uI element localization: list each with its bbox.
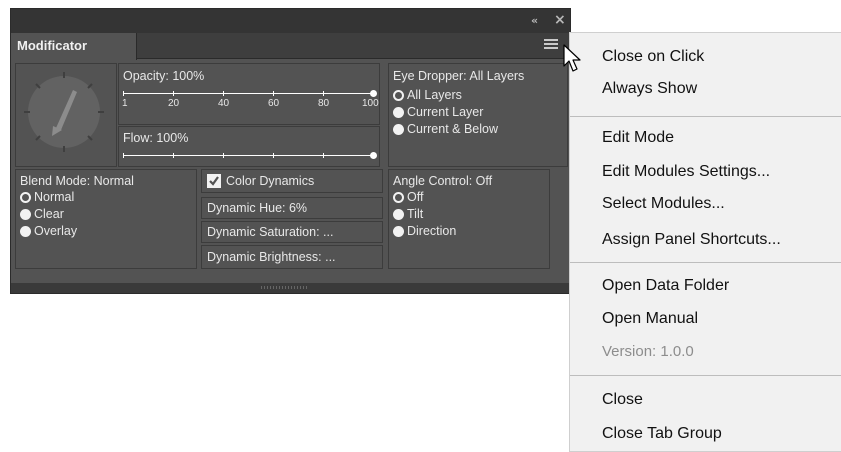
dynamic-saturation-field[interactable]: Dynamic Saturation: ... bbox=[201, 221, 383, 243]
radio-label: Tilt bbox=[407, 207, 424, 221]
panel-title-bar: « × bbox=[11, 9, 570, 33]
radio-label: Current & Below bbox=[407, 122, 499, 136]
radio-unselected-icon bbox=[393, 209, 404, 220]
radio-label: Current Layer bbox=[407, 105, 484, 119]
radio-label: Clear bbox=[34, 207, 64, 221]
flow-label: Flow: 100% bbox=[123, 131, 189, 145]
opacity-tick-label: 1 bbox=[122, 98, 128, 109]
dynamic-hue-field[interactable]: Dynamic Hue: 6% bbox=[201, 197, 383, 219]
radio-selected-icon bbox=[393, 192, 404, 203]
eye-dropper-box: Eye Dropper: All Layers All Layers Curre… bbox=[388, 63, 568, 167]
blend-mode-box: Blend Mode: Normal Normal Clear Overlay bbox=[15, 169, 197, 269]
menu-item-select-modules[interactable]: Select Modules... bbox=[602, 194, 725, 214]
flow-slider[interactable] bbox=[123, 151, 377, 163]
menu-item-close-on-click[interactable]: Close on Click bbox=[602, 47, 704, 67]
radio-unselected-icon bbox=[393, 124, 404, 135]
opacity-box: Opacity: 100% 1 20 40 60 80 100 bbox=[118, 63, 380, 125]
menu-item-edit-mode[interactable]: Edit Mode bbox=[602, 128, 674, 148]
radio-label: Off bbox=[407, 190, 424, 204]
menu-separator bbox=[570, 262, 841, 263]
radio-unselected-icon bbox=[393, 226, 404, 237]
dynamic-saturation-label: Dynamic Saturation: ... bbox=[207, 225, 334, 239]
menu-separator bbox=[570, 375, 841, 376]
dynamic-brightness-label: Dynamic Brightness: ... bbox=[207, 250, 336, 264]
color-dynamics-box[interactable]: Color Dynamics bbox=[201, 169, 383, 193]
checkbox-checked-icon[interactable] bbox=[207, 174, 221, 188]
opacity-tick-label: 60 bbox=[268, 98, 280, 109]
radio-unselected-icon bbox=[393, 107, 404, 118]
menu-item-edit-modules-settings[interactable]: Edit Modules Settings... bbox=[602, 162, 770, 182]
radio-label: Overlay bbox=[34, 224, 78, 238]
menu-item-open-data-folder[interactable]: Open Data Folder bbox=[602, 276, 729, 296]
eye-dropper-label: Eye Dropper: All Layers bbox=[393, 69, 525, 83]
menu-item-assign-panel-shortcuts[interactable]: Assign Panel Shortcuts... bbox=[602, 230, 781, 250]
tab-modificator[interactable]: Modificator bbox=[11, 33, 137, 60]
collapse-icon[interactable]: « bbox=[531, 14, 538, 28]
radio-label: Direction bbox=[407, 224, 457, 238]
flow-box: Flow: 100% bbox=[118, 126, 380, 167]
panel-resize-bar[interactable] bbox=[11, 283, 570, 293]
brush-angle-dial-icon[interactable] bbox=[16, 64, 116, 166]
mouse-cursor-icon bbox=[563, 44, 581, 72]
menu-item-always-show[interactable]: Always Show bbox=[602, 79, 697, 99]
blend-mode-label: Blend Mode: Normal bbox=[20, 174, 134, 188]
opacity-tick-label: 20 bbox=[168, 98, 180, 109]
opacity-tick-label: 40 bbox=[218, 98, 230, 109]
menu-separator bbox=[570, 116, 841, 117]
brush-angle-dial-box bbox=[15, 63, 117, 167]
opacity-slider-knob[interactable] bbox=[370, 90, 377, 97]
menu-item-close-tab-group[interactable]: Close Tab Group bbox=[602, 424, 722, 444]
modificator-panel: « × Modificator Opacity: 100% 1 20 40 60… bbox=[10, 8, 571, 294]
radio-selected-icon bbox=[393, 90, 404, 101]
close-icon[interactable]: × bbox=[554, 13, 566, 27]
menu-item-version: Version: 1.0.0 bbox=[602, 343, 694, 360]
flow-slider-knob[interactable] bbox=[370, 152, 377, 159]
opacity-slider[interactable]: 1 20 40 60 80 100 bbox=[122, 88, 379, 120]
dynamic-hue-label: Dynamic Hue: 6% bbox=[207, 201, 308, 215]
angle-control-label: Angle Control: Off bbox=[393, 174, 493, 188]
radio-label: All Layers bbox=[407, 88, 462, 102]
color-dynamics-label: Color Dynamics bbox=[226, 174, 315, 188]
opacity-tick-label: 80 bbox=[318, 98, 330, 109]
radio-selected-icon bbox=[20, 192, 31, 203]
resize-grip-icon[interactable] bbox=[261, 286, 309, 289]
menu-item-close[interactable]: Close bbox=[602, 390, 643, 410]
opacity-label: Opacity: 100% bbox=[123, 69, 205, 83]
radio-label: Normal bbox=[34, 190, 75, 204]
tab-strip: Modificator bbox=[11, 33, 570, 60]
panel-context-menu: Close on Click Always Show Edit Mode Edi… bbox=[569, 32, 841, 452]
hamburger-menu-icon[interactable] bbox=[544, 39, 558, 51]
opacity-tick-label: 100 bbox=[362, 98, 379, 109]
radio-unselected-icon bbox=[20, 209, 31, 220]
angle-control-box: Angle Control: Off Off Tilt Direction bbox=[388, 169, 550, 269]
menu-item-open-manual[interactable]: Open Manual bbox=[602, 309, 698, 329]
dynamic-brightness-field[interactable]: Dynamic Brightness: ... bbox=[201, 245, 383, 269]
radio-unselected-icon bbox=[20, 226, 31, 237]
